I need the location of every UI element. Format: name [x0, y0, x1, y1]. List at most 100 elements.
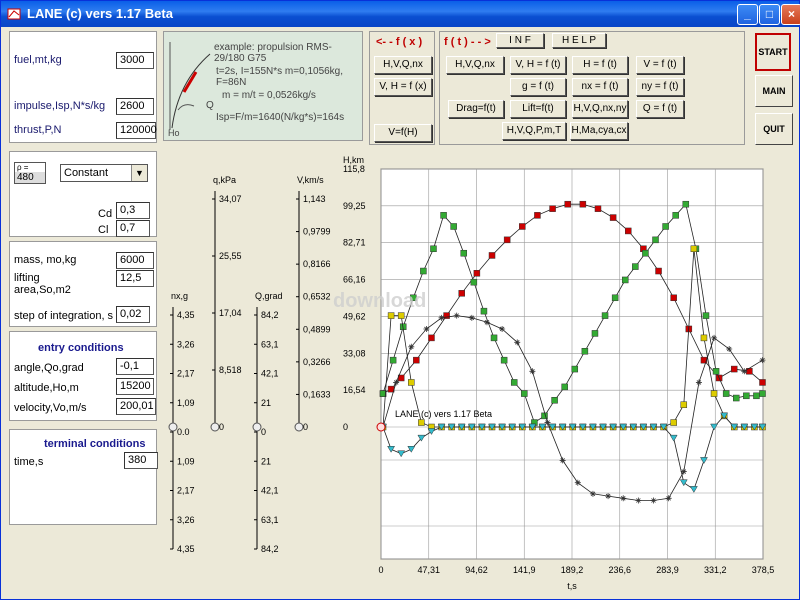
- x-axis-label: t,s: [567, 581, 577, 591]
- title-bar[interactable]: LANE (c) vers 1.17 Beta _ □ ×: [1, 1, 800, 27]
- maximize-button[interactable]: □: [759, 4, 780, 25]
- velocity-input[interactable]: 200,01: [116, 398, 156, 415]
- step-input[interactable]: 0,02: [116, 306, 150, 323]
- area-input[interactable]: 12,5: [116, 270, 154, 287]
- main-button[interactable]: MAIN: [755, 75, 793, 107]
- start-button[interactable]: START: [755, 33, 791, 71]
- x-tick-label: 378,5: [752, 565, 775, 575]
- thrust-input[interactable]: 120000: [116, 122, 157, 139]
- series-point-0: [730, 365, 738, 373]
- fuel-input[interactable]: 3000: [116, 52, 154, 69]
- fuel-panel: fuel,mt,kg 3000 impulse,Isp,N*s/kg 2600 …: [9, 31, 157, 143]
- nx-scale-tick-label: 2,17: [177, 486, 195, 496]
- v-scale-tick-label: 0,3266: [303, 357, 331, 367]
- close-button[interactable]: ×: [781, 4, 800, 25]
- ft-nx-button[interactable]: nx = f (t): [572, 78, 628, 96]
- series-point-1: [490, 334, 498, 342]
- x-tick-label: 47,31: [417, 565, 440, 575]
- mass-label: mass, mo,kg: [14, 254, 77, 266]
- minimize-button[interactable]: _: [737, 4, 758, 25]
- ft-hmacya-button[interactable]: H,Ma,cya,cx: [570, 122, 628, 140]
- entry-heading: entry conditions: [38, 342, 124, 354]
- fuel-label: fuel,mt,kg: [14, 54, 62, 66]
- chevron-down-icon[interactable]: ▼: [131, 165, 147, 181]
- altitude-input[interactable]: 15200: [116, 378, 154, 395]
- help-button[interactable]: H E L P: [552, 33, 606, 48]
- series-point-0: [594, 205, 602, 212]
- fx-hvqnx-button[interactable]: H,V,Q,nx: [374, 56, 432, 74]
- mode-select[interactable]: Constant ▼: [60, 164, 148, 182]
- example-line-2: t=2s, I=155N*s m=0,1056kg, F=86N: [216, 66, 344, 88]
- thrust-label: thrust,P,N: [14, 124, 62, 136]
- rho-value: 480: [15, 172, 45, 183]
- series-point-1: [430, 245, 437, 253]
- ft-lift-button[interactable]: Lift=f(t): [510, 100, 566, 118]
- q-scale-zero-marker: [210, 422, 220, 432]
- rho-label: ρ =: [17, 163, 29, 172]
- ft-drag-button[interactable]: Drag=f(t): [448, 100, 504, 118]
- series-point-1: [662, 223, 669, 230]
- q-scale-tick-label: 0: [219, 422, 224, 432]
- inf-button[interactable]: I N F: [496, 33, 544, 48]
- series-point-0: [534, 212, 541, 219]
- quit-button[interactable]: QUIT: [755, 113, 793, 145]
- series-point-0: [579, 200, 587, 208]
- series-point-2: [670, 419, 677, 426]
- series-point-1: [480, 307, 488, 315]
- ft-v-button[interactable]: V = f (t): [636, 56, 684, 74]
- series-point-2: [700, 334, 708, 342]
- series-point-1: [470, 278, 478, 286]
- mass-input[interactable]: 6000: [116, 252, 154, 269]
- ft-ny-button[interactable]: ny = f (t): [636, 78, 684, 96]
- nx-scale-tick-label: 1,09: [177, 398, 195, 408]
- series-point-0: [488, 252, 496, 259]
- theta-scale-tick-label: 21: [261, 456, 271, 466]
- theta-scale-tick-label: 63,1: [261, 515, 279, 525]
- series-point-0: [655, 267, 662, 275]
- ft-h-button[interactable]: H = f (t): [572, 56, 628, 74]
- series-point-1: [521, 390, 528, 397]
- rho-list[interactable]: ρ = 480: [14, 162, 46, 184]
- series-point-1: [702, 312, 710, 319]
- angle-input[interactable]: -0,1: [116, 358, 154, 375]
- ft-hvqnxny-button[interactable]: H,V,Q,nx,ny: [572, 100, 628, 118]
- series-point-2: [418, 419, 425, 426]
- series-point-1: [722, 390, 730, 397]
- nx-scale-title: nx,g: [171, 291, 188, 301]
- theta-scale-tick-label: 63,1: [261, 339, 279, 349]
- cl-input[interactable]: 0,7: [116, 220, 150, 237]
- main-window: LANE (c) vers 1.17 Beta _ □ × fuel,mt,kg…: [0, 0, 800, 600]
- ft-g-button[interactable]: g = f (t): [510, 78, 566, 96]
- cd-input[interactable]: 0,3: [116, 202, 150, 219]
- series-point-1: [652, 236, 659, 244]
- nx-scale-zero-marker: [168, 422, 178, 432]
- ft-hvqpmt-button[interactable]: H,V,Q,P,m,T: [502, 122, 566, 140]
- mode-value: Constant: [64, 167, 109, 179]
- series-point-0: [503, 236, 511, 244]
- series-point-1: [450, 223, 457, 230]
- plot-area[interactable]: nx,g 4,35 3,26 2,17 1,09 0.0 1,09 2,17 3,26 4,35 q…: [161, 151, 797, 597]
- series-point-0: [519, 223, 526, 230]
- nx-scale-tick-label: 4,35: [177, 544, 195, 554]
- theta-scale-zero-marker: [252, 422, 262, 432]
- ft-hvqnx-button[interactable]: H,V,Q,nx: [446, 56, 504, 74]
- fx-vfh-button[interactable]: V=f(H): [374, 124, 432, 142]
- fx-vh-button[interactable]: V, H = f (x): [374, 78, 432, 96]
- altitude-label: altitude,Ho,m: [14, 382, 79, 394]
- theta-scale-tick-label: 42,1: [261, 486, 279, 496]
- y-tick-label: 99,25: [343, 201, 366, 211]
- impulse-input[interactable]: 2600: [116, 98, 154, 115]
- nx-scale-tick-label: 2,17: [177, 369, 195, 379]
- theta-scale-tick-label: 21: [261, 398, 271, 408]
- time-label: time,s: [14, 456, 44, 468]
- y-tick-label: 49,62: [343, 311, 366, 321]
- velocity-label: velocity,Vo,m/s: [14, 402, 87, 414]
- theta-scale-tick-label: 84,2: [261, 544, 279, 554]
- series-point-2: [397, 312, 405, 319]
- ft-q-button[interactable]: Q = f (t): [636, 100, 684, 118]
- ft-vh-button[interactable]: V, H = f (t): [510, 56, 566, 74]
- time-input[interactable]: 380: [124, 452, 158, 469]
- nx-scale-tick-label: 4,35: [177, 310, 195, 320]
- nx-scale-tick-label: 3,26: [177, 515, 195, 525]
- impulse-label: impulse,Isp,N*s/kg: [14, 100, 106, 112]
